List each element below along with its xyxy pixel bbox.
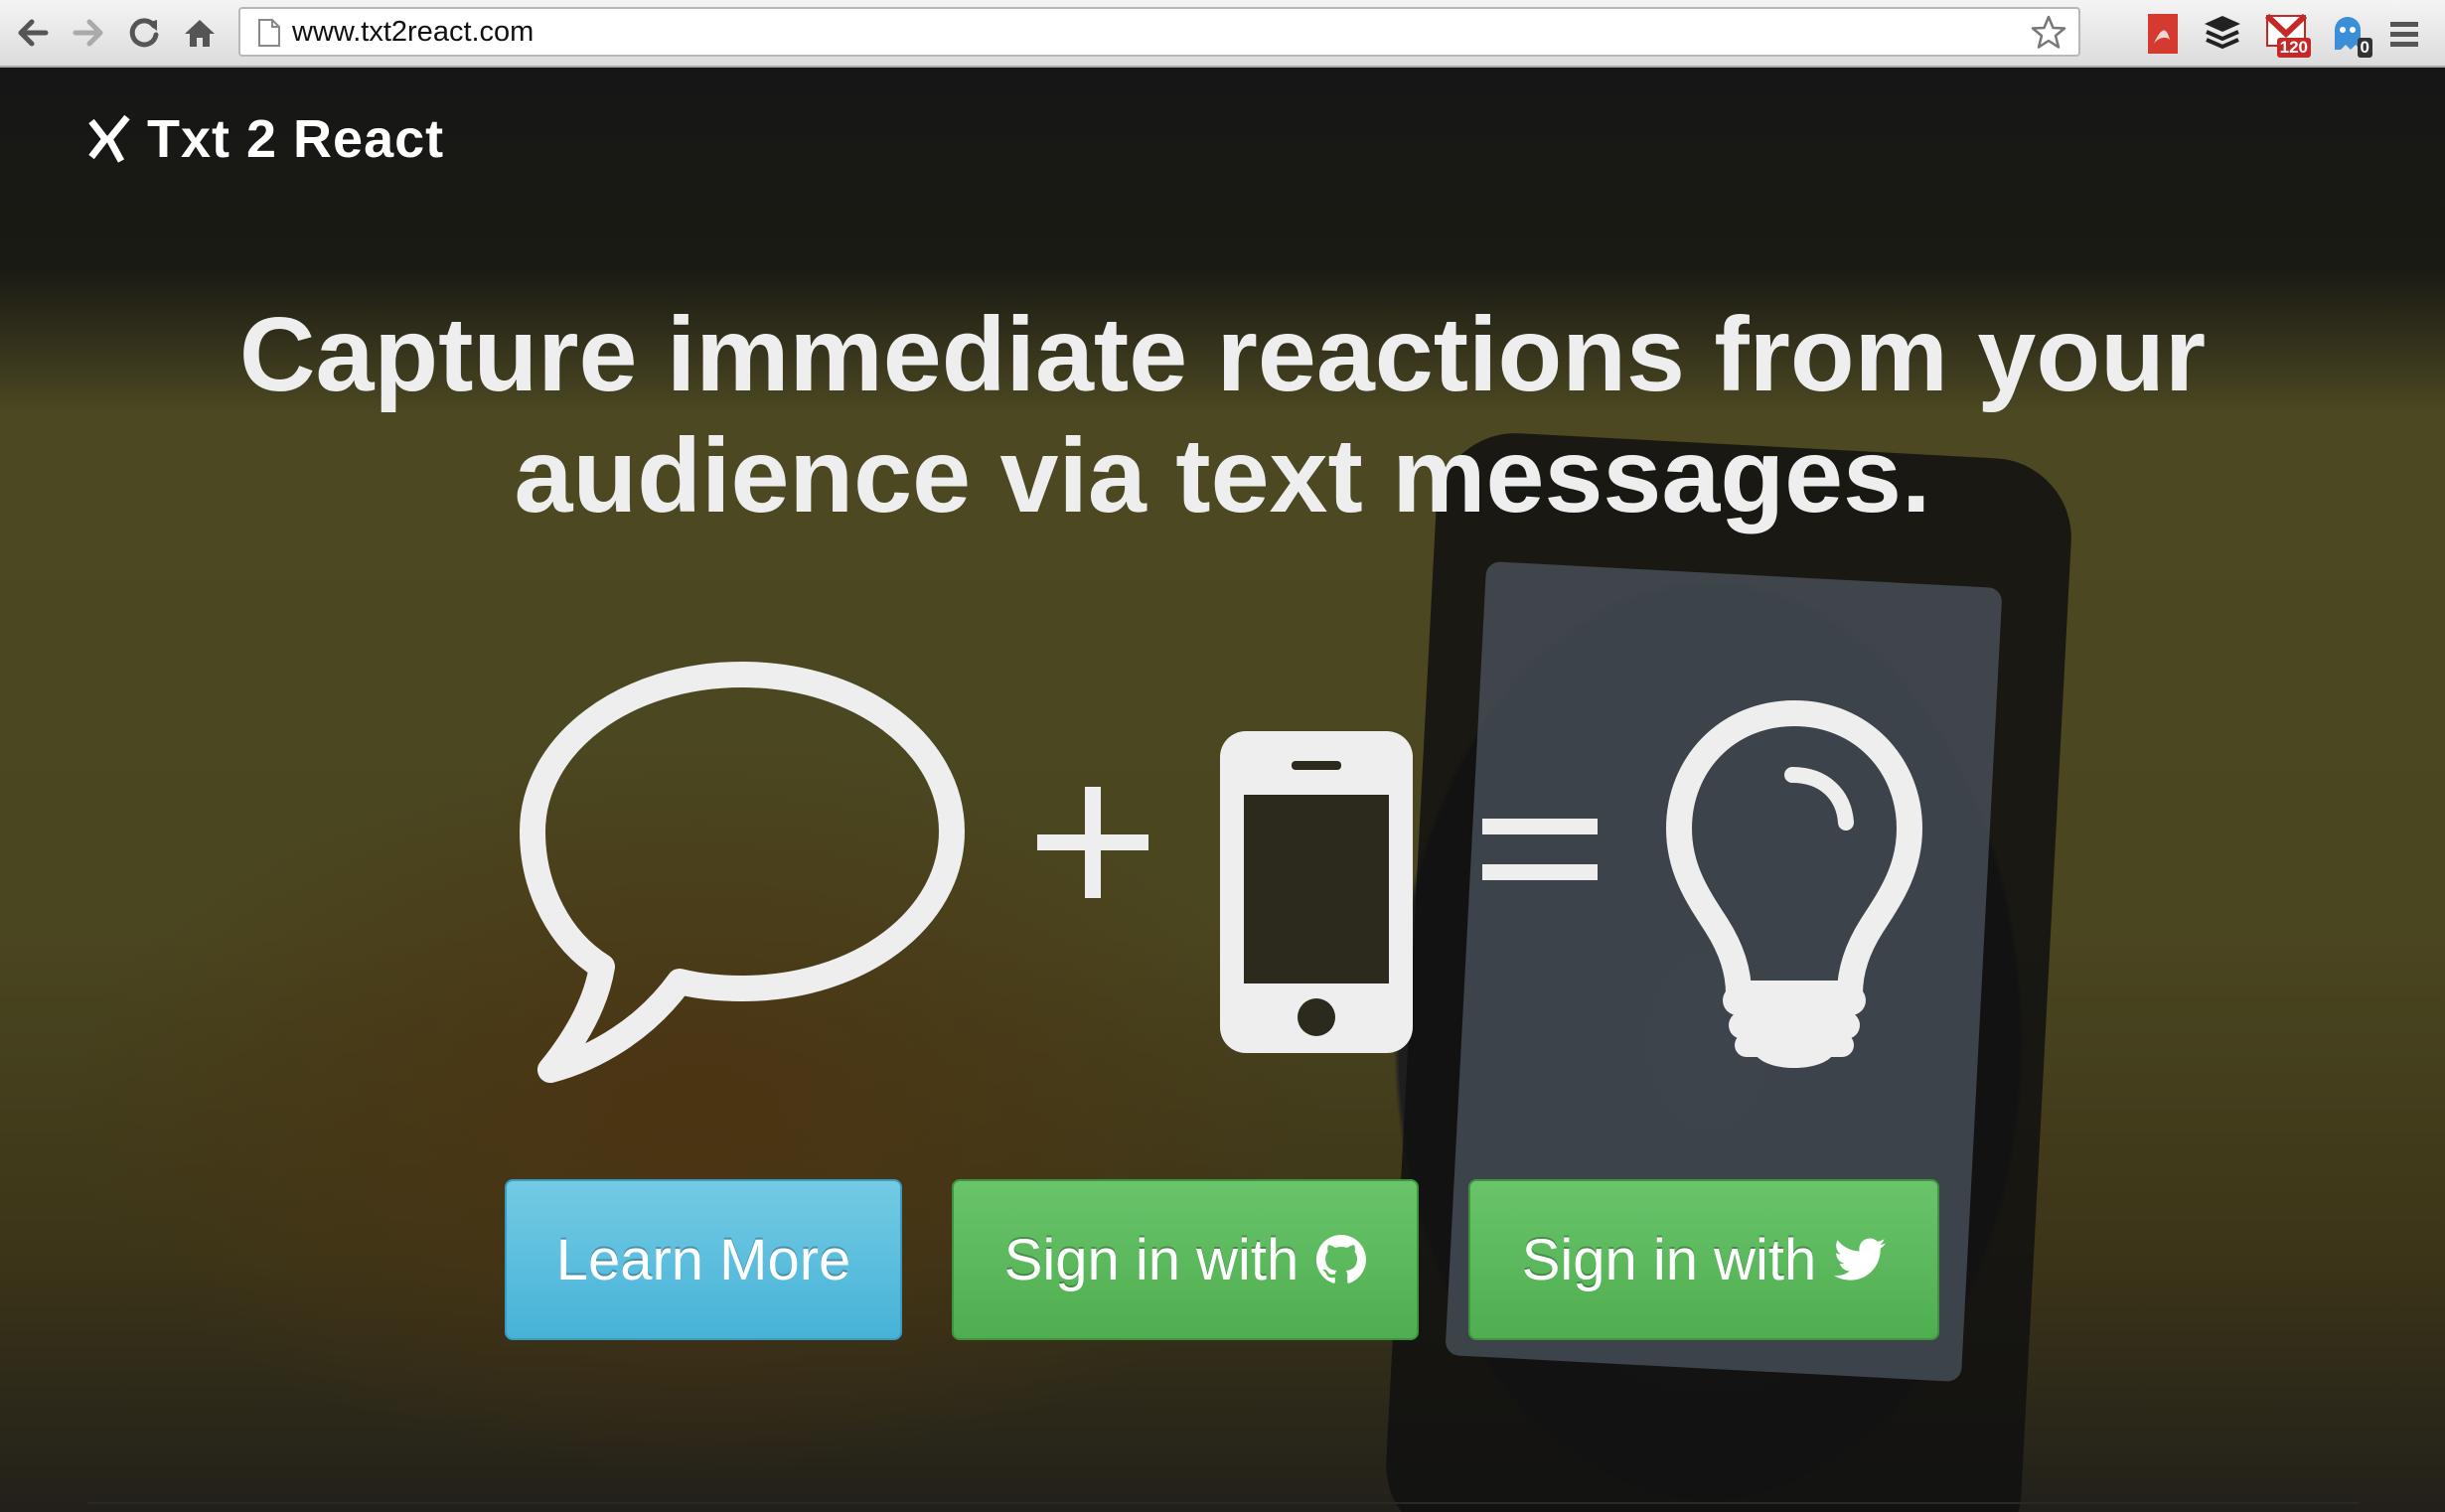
pdf-extension-icon bbox=[2148, 14, 2178, 54]
hero-headline: Capture immediate reactions from your au… bbox=[0, 294, 2445, 536]
plus-icon bbox=[1037, 787, 1148, 898]
buffer-extension-icon bbox=[2205, 16, 2240, 50]
learn-more-label: Learn More bbox=[555, 1227, 851, 1292]
reload-icon bbox=[129, 18, 159, 48]
gmail-unread-badge: 120 bbox=[2276, 38, 2311, 58]
arrow-left-icon bbox=[18, 19, 49, 47]
headline-line-1: Capture immediate reactions from your bbox=[238, 296, 2207, 413]
github-signin-button[interactable]: Sign in with bbox=[952, 1179, 1419, 1340]
lightbulb-icon bbox=[1666, 700, 1922, 1068]
brand-link[interactable]: Txt 2 React bbox=[87, 109, 444, 169]
brand-name: Txt 2 React bbox=[147, 109, 445, 169]
address-bar[interactable]: www.txt2react.com bbox=[238, 7, 2080, 57]
ghostery-extension-button[interactable]: 0 bbox=[2325, 10, 2372, 58]
pdf-extension-button[interactable] bbox=[2140, 10, 2186, 58]
github-icon bbox=[1316, 1235, 1367, 1284]
equals-icon bbox=[1482, 819, 1598, 880]
speech-bubble-icon bbox=[520, 662, 965, 1083]
url-text[interactable]: www.txt2react.com bbox=[292, 15, 534, 49]
arrow-right-icon bbox=[73, 19, 103, 47]
github-signin-label: Sign in with bbox=[1003, 1227, 1299, 1292]
reload-button[interactable] bbox=[121, 10, 167, 56]
learn-more-button[interactable]: Learn More bbox=[505, 1179, 902, 1340]
forward-button[interactable] bbox=[66, 10, 111, 56]
twitter-signin-button[interactable]: Sign in with bbox=[1468, 1179, 1939, 1340]
bookmark-star-icon[interactable] bbox=[2029, 13, 2068, 53]
headline-line-2: audience via text messages. bbox=[514, 417, 1931, 534]
twitter-bird-icon bbox=[1834, 1238, 1887, 1281]
gmail-extension-button[interactable]: 120 bbox=[2263, 10, 2311, 58]
ghostery-tracker-badge: 0 bbox=[2357, 38, 2372, 58]
footer-divider bbox=[87, 1502, 2358, 1504]
buffer-extension-button[interactable] bbox=[2200, 10, 2245, 58]
browser-toolbar: www.txt2react.com 120 0 bbox=[0, 0, 2445, 68]
chrome-menu-button[interactable] bbox=[2384, 10, 2424, 58]
hamburger-menu-icon bbox=[2390, 22, 2418, 47]
back-button[interactable] bbox=[10, 10, 56, 56]
twitter-signin-label: Sign in with bbox=[1521, 1227, 1817, 1292]
hero-section: Txt 2 React Capture immediate reactions … bbox=[0, 68, 2445, 1512]
smartphone-icon bbox=[1220, 731, 1413, 1053]
page-icon bbox=[258, 19, 280, 47]
home-icon bbox=[185, 20, 215, 47]
home-button[interactable] bbox=[177, 10, 223, 56]
brand-logo-icon bbox=[88, 114, 130, 163]
